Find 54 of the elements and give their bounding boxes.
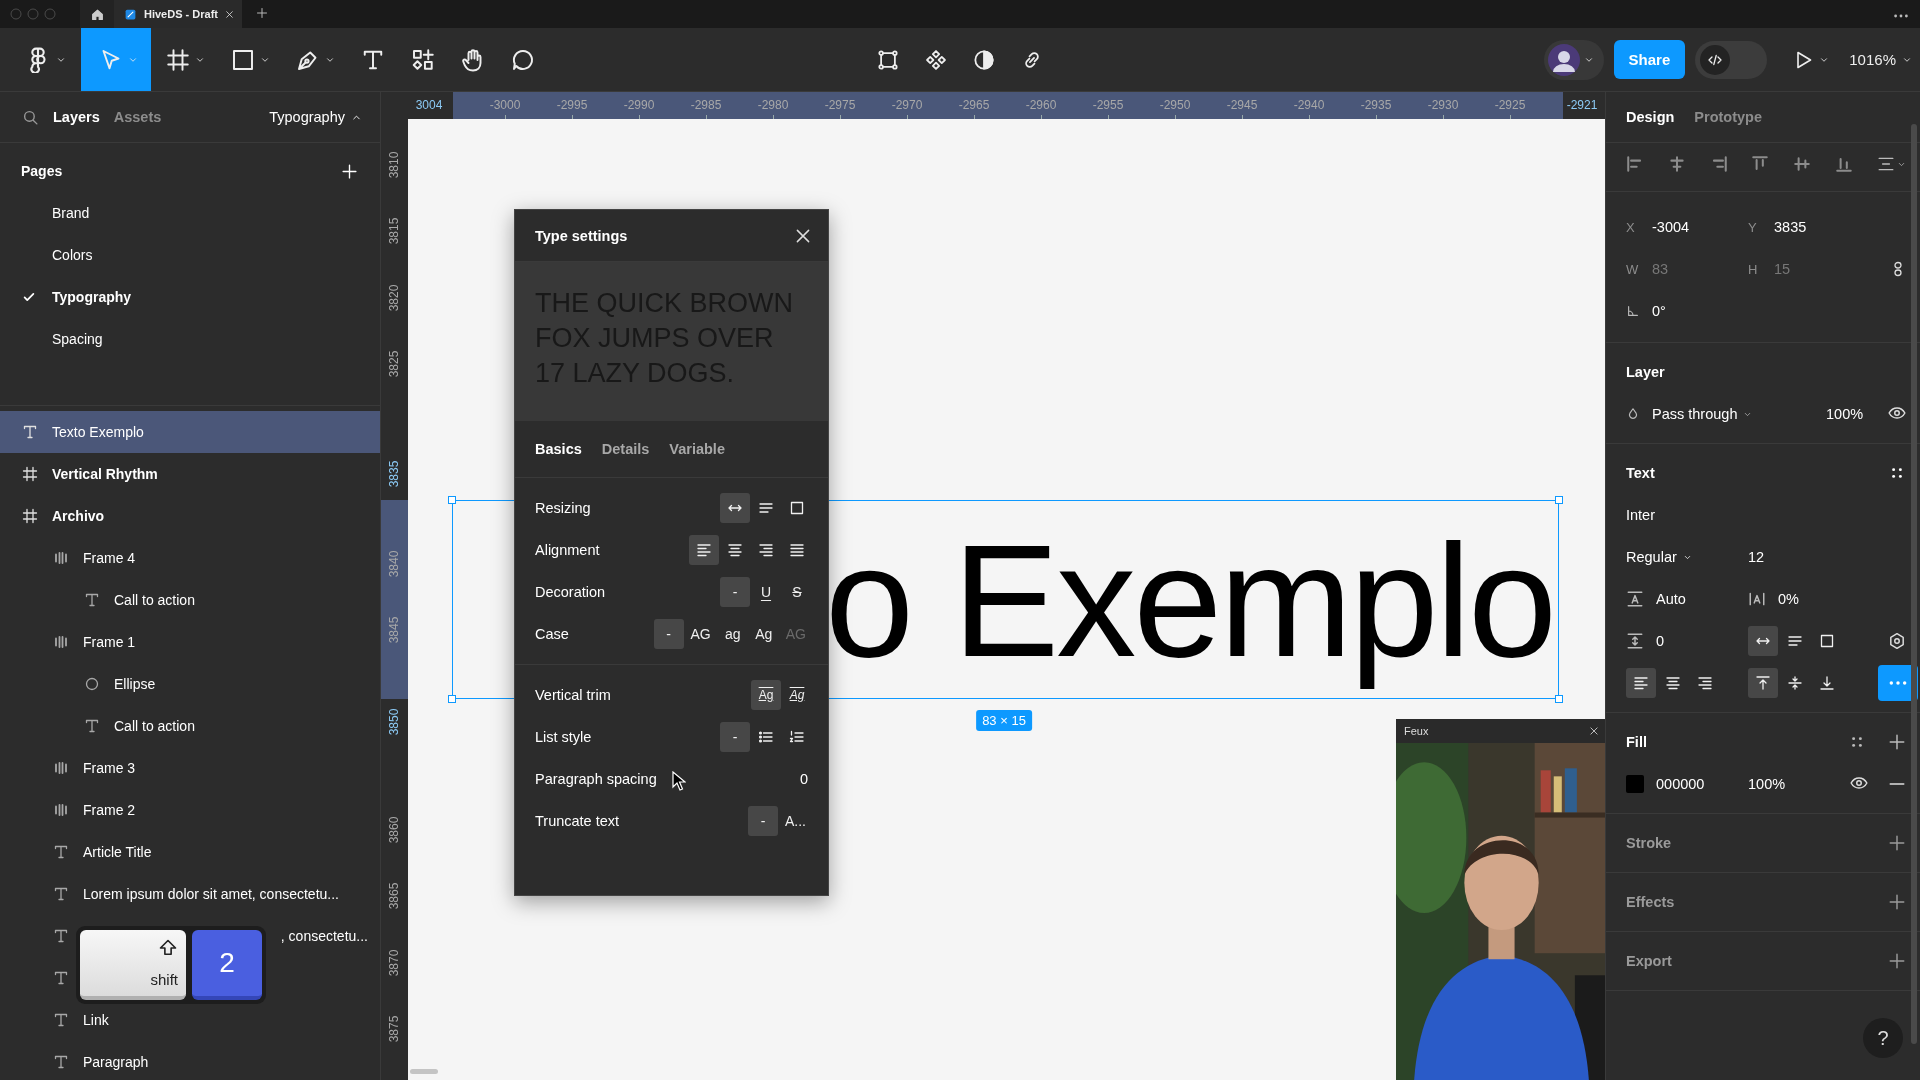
ruler-label: -2965: [958, 98, 990, 112]
ruler-label: -2960: [1025, 98, 1057, 112]
ruler-label: 3865: [387, 882, 401, 910]
ruler-label: 3810: [387, 151, 401, 179]
setting-label: List style: [535, 729, 592, 745]
shift-key: shift: [80, 930, 186, 1000]
ruler-label: 3825: [387, 350, 401, 378]
number-key: 2: [192, 930, 262, 1000]
field-label: Y: [1748, 219, 1758, 235]
setting-label: Truncate text: [535, 813, 620, 829]
ruler-label: -2955: [1092, 98, 1124, 112]
field-label: H: [1748, 261, 1759, 277]
field-label: W: [1626, 261, 1640, 277]
ruler-label: -2925: [1494, 98, 1526, 112]
size-badge: 83 × 15: [976, 710, 1032, 731]
canvas-text: o Exemplo: [825, 510, 1555, 692]
ruler-label: 3850: [387, 708, 401, 736]
ruler-label: 3004: [415, 98, 443, 112]
ruler-label: 3845: [387, 616, 401, 644]
ruler-label: 3860: [387, 816, 401, 844]
section-title: Effects: [1626, 894, 1675, 910]
ruler-label: -3000: [489, 98, 521, 112]
ruler-label: -2970: [891, 98, 923, 112]
setting-label: Decoration: [535, 584, 606, 600]
ruler-label: 3820: [387, 284, 401, 312]
ruler-label: -2995: [556, 98, 588, 112]
setting-label: Paragraph spacing: [535, 771, 657, 787]
section-title: Text: [1626, 465, 1655, 481]
ruler-label: -2930: [1427, 98, 1459, 112]
ruler-label: 3875: [387, 1015, 401, 1043]
ruler-label: 3835: [387, 460, 401, 488]
ruler-label: -2990: [623, 98, 655, 112]
ruler-label: -2980: [757, 98, 789, 112]
ruler-label: 3870: [387, 949, 401, 977]
setting-label: Alignment: [535, 542, 600, 558]
setting-label: Resizing: [535, 500, 591, 516]
section-title: Fill: [1626, 734, 1647, 750]
section-title: Export: [1626, 953, 1672, 969]
ruler-label: -2921: [1566, 98, 1598, 112]
ruler-label: 3840: [387, 550, 401, 578]
field-label: X: [1626, 219, 1636, 235]
video-title: Feux: [1404, 725, 1429, 737]
ruler-label: -2935: [1360, 98, 1392, 112]
section-title: Layer: [1626, 364, 1665, 380]
ruler-label: -2975: [824, 98, 856, 112]
ruler-label: 3815: [387, 217, 401, 245]
setting-label: Case: [535, 626, 569, 642]
ruler-label: -2950: [1159, 98, 1191, 112]
ruler-label: -2985: [690, 98, 722, 112]
ruler-label: -2940: [1293, 98, 1325, 112]
dialog-title: Type settings: [535, 227, 628, 244]
section-title: Pages: [21, 163, 63, 179]
ruler-label: -2945: [1226, 98, 1258, 112]
section-title: Stroke: [1626, 835, 1672, 851]
